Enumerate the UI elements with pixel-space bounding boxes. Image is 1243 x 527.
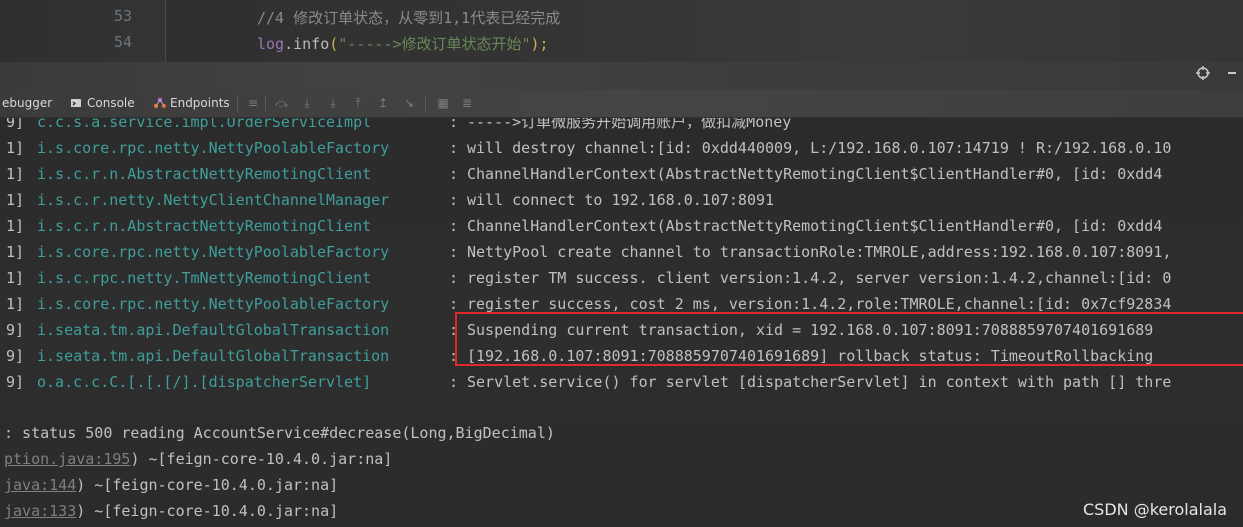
code-log-line[interactable]: log.info("----->修改订单状态开始"); <box>257 33 549 54</box>
log-row[interactable]: 9] c.c.s.a.service.impl.OrderServiceImpl:… <box>0 118 1243 135</box>
code-editor: 53 //4 修改订单状态，从零到1,1代表已经完成 54 log.info("… <box>0 0 1243 62</box>
stack-trace-line[interactable]: ption.java:195) ~[feign-core-10.4.0.jar:… <box>4 446 392 472</box>
log-row[interactable]: 1] i.s.c.r.n.AbstractNettyRemotingClient:… <box>0 213 1243 239</box>
log-logger-name: i.seata.tm.api.DefaultGlobalTransaction <box>37 347 390 365</box>
log-logger-name: i.s.core.rpc.netty.NettyPoolableFactory <box>37 295 390 313</box>
code-token-method: info <box>293 35 330 53</box>
log-logger-name: i.s.core.rpc.netty.NettyPoolableFactory <box>37 243 390 261</box>
stack-trace-line[interactable]: java:144) ~[feign-core-10.4.0.jar:na] <box>4 472 338 498</box>
tab-debugger[interactable]: ebugger <box>2 96 52 110</box>
log-row[interactable]: 1] i.s.core.rpc.netty.NettyPoolableFactor… <box>0 239 1243 265</box>
code-token-string: "----->修改订单状态开始" <box>338 35 531 53</box>
drop-frame-icon[interactable]: ↥ <box>376 96 390 110</box>
log-thread-suffix: 1] <box>6 295 25 313</box>
log-message: register TM success. client version:1.4.… <box>467 269 1172 287</box>
toolbar-separator <box>265 96 266 111</box>
log-logger-name: i.s.c.r.netty.NettyClientChannelManager <box>37 191 390 209</box>
log-thread-suffix: 9] <box>6 118 25 131</box>
code-token-object: log <box>257 35 285 53</box>
log-thread-suffix: 9] <box>6 373 25 391</box>
stack-trace-text: : status 500 reading AccountService#decr… <box>4 424 555 442</box>
log-row[interactable]: 9] o.a.c.c.C.[.[.[/].[dispatcherServlet]:… <box>0 369 1243 395</box>
log-logger-name: i.s.c.r.n.AbstractNettyRemotingClient <box>37 217 372 235</box>
watermark: CSDN @kerolalala <box>1082 500 1227 519</box>
tab-endpoints[interactable]: Endpoints <box>153 96 230 110</box>
step-over-icon[interactable]: ⤼ <box>275 96 289 110</box>
editor-gutter <box>0 0 165 62</box>
tab-console-label: Console <box>87 96 135 110</box>
log-logger-name: o.a.c.c.C.[.[.[/].[dispatcherServlet] <box>37 373 372 391</box>
tool-window-tabs: ebugger Console Endpoints ≡ ⤼ ⤓ ⤓ ⤒ ↥ ↘ … <box>0 90 1243 118</box>
line-number: 54 <box>113 33 132 51</box>
stack-trace-text: ) ~[feign-core-10.4.0.jar:na] <box>130 450 393 468</box>
toolbar-separator <box>425 96 426 111</box>
code-token-close: ); <box>530 35 549 53</box>
log-logger-name: i.s.c.r.n.AbstractNettyRemotingClient <box>37 165 372 183</box>
tool-window-header <box>0 62 1243 90</box>
evaluate-icon[interactable]: ▦ <box>436 96 450 110</box>
log-thread-suffix: 1] <box>6 165 25 183</box>
log-logger-name: c.c.s.a.service.impl.OrderServiceImpl <box>37 118 372 131</box>
log-separator: : <box>449 139 459 157</box>
log-separator: : <box>449 373 459 391</box>
minimize-icon[interactable] <box>1226 66 1238 84</box>
stack-trace-line[interactable]: : status 500 reading AccountService#decr… <box>4 420 555 446</box>
log-message: ChannelHandlerContext(AbstractNettyRemot… <box>467 217 1163 235</box>
log-thread-suffix: 1] <box>6 217 25 235</box>
log-message: Servlet.service() for servlet [dispatche… <box>467 373 1172 391</box>
log-separator: : <box>449 191 459 209</box>
console-icon <box>70 97 82 109</box>
log-separator: : <box>449 165 459 183</box>
gutter-divider <box>165 0 166 62</box>
code-comment-line[interactable]: //4 修改订单状态，从零到1,1代表已经完成 <box>257 7 560 28</box>
log-message: will destroy channel:[id: 0xdd440009, L:… <box>467 139 1172 157</box>
highlight-box <box>455 312 1243 366</box>
stack-trace-text: ) ~[feign-core-10.4.0.jar:na] <box>76 502 339 520</box>
tab-endpoints-label: Endpoints <box>170 96 230 110</box>
log-logger-name: i.s.c.rpc.netty.TmNettyRemotingClient <box>37 269 372 287</box>
log-row[interactable]: 1] i.s.core.rpc.netty.NettyPoolableFactor… <box>0 135 1243 161</box>
log-separator: : <box>449 243 459 261</box>
code-token-dot: . <box>284 35 294 53</box>
endpoints-icon <box>153 97 167 109</box>
rerun-icon[interactable]: ≡ <box>246 96 260 110</box>
stack-trace-text: ) ~[feign-core-10.4.0.jar:na] <box>76 476 339 494</box>
stack-trace-link[interactable]: java:144 <box>4 476 76 494</box>
tab-console[interactable]: Console <box>70 96 135 110</box>
trace-icon[interactable]: ≣ <box>460 96 474 110</box>
force-step-into-icon[interactable]: ⤓ <box>326 96 340 110</box>
log-thread-suffix: 1] <box>6 243 25 261</box>
log-separator: : <box>449 269 459 287</box>
log-separator: : <box>449 217 459 235</box>
log-thread-suffix: 1] <box>6 269 25 287</box>
log-logger-name: i.seata.tm.api.DefaultGlobalTransaction <box>37 321 390 339</box>
line-number: 53 <box>113 7 132 25</box>
log-separator: : <box>449 118 459 131</box>
log-message: will connect to 192.168.0.107:8091 <box>467 191 775 209</box>
log-row[interactable]: 1] i.s.c.r.n.AbstractNettyRemotingClient:… <box>0 161 1243 187</box>
step-into-icon[interactable]: ⤓ <box>300 96 314 110</box>
toolbar-separator <box>237 96 238 111</box>
log-row[interactable]: 1] i.s.c.r.netty.NettyClientChannelManage… <box>0 187 1243 213</box>
crosshair-icon[interactable] <box>1196 66 1210 84</box>
tab-debugger-label: ebugger <box>2 96 53 110</box>
code-token-open-paren: ( <box>329 35 339 53</box>
run-to-cursor-icon[interactable]: ↘ <box>402 96 416 110</box>
log-thread-suffix: 1] <box>6 139 25 157</box>
log-row[interactable]: 1] i.s.c.rpc.netty.TmNettyRemotingClient:… <box>0 265 1243 291</box>
stack-trace-link[interactable]: java:133 <box>4 502 76 520</box>
log-message: ----->订单微服务开始调用账户，做扣减Money <box>467 118 792 131</box>
console-output[interactable]: 9] c.c.s.a.service.impl.OrderServiceImpl:… <box>0 118 1243 527</box>
step-out-icon[interactable]: ⤒ <box>351 96 365 110</box>
log-message: ChannelHandlerContext(AbstractNettyRemot… <box>467 165 1163 183</box>
log-message: NettyPool create channel to transactionR… <box>467 243 1172 261</box>
stack-trace-link[interactable]: ption.java:195 <box>4 450 130 468</box>
log-thread-suffix: 1] <box>6 191 25 209</box>
log-thread-suffix: 9] <box>6 347 25 365</box>
stack-trace-line[interactable]: java:133) ~[feign-core-10.4.0.jar:na] <box>4 498 338 524</box>
log-logger-name: i.s.core.rpc.netty.NettyPoolableFactory <box>37 139 390 157</box>
log-thread-suffix: 9] <box>6 321 25 339</box>
